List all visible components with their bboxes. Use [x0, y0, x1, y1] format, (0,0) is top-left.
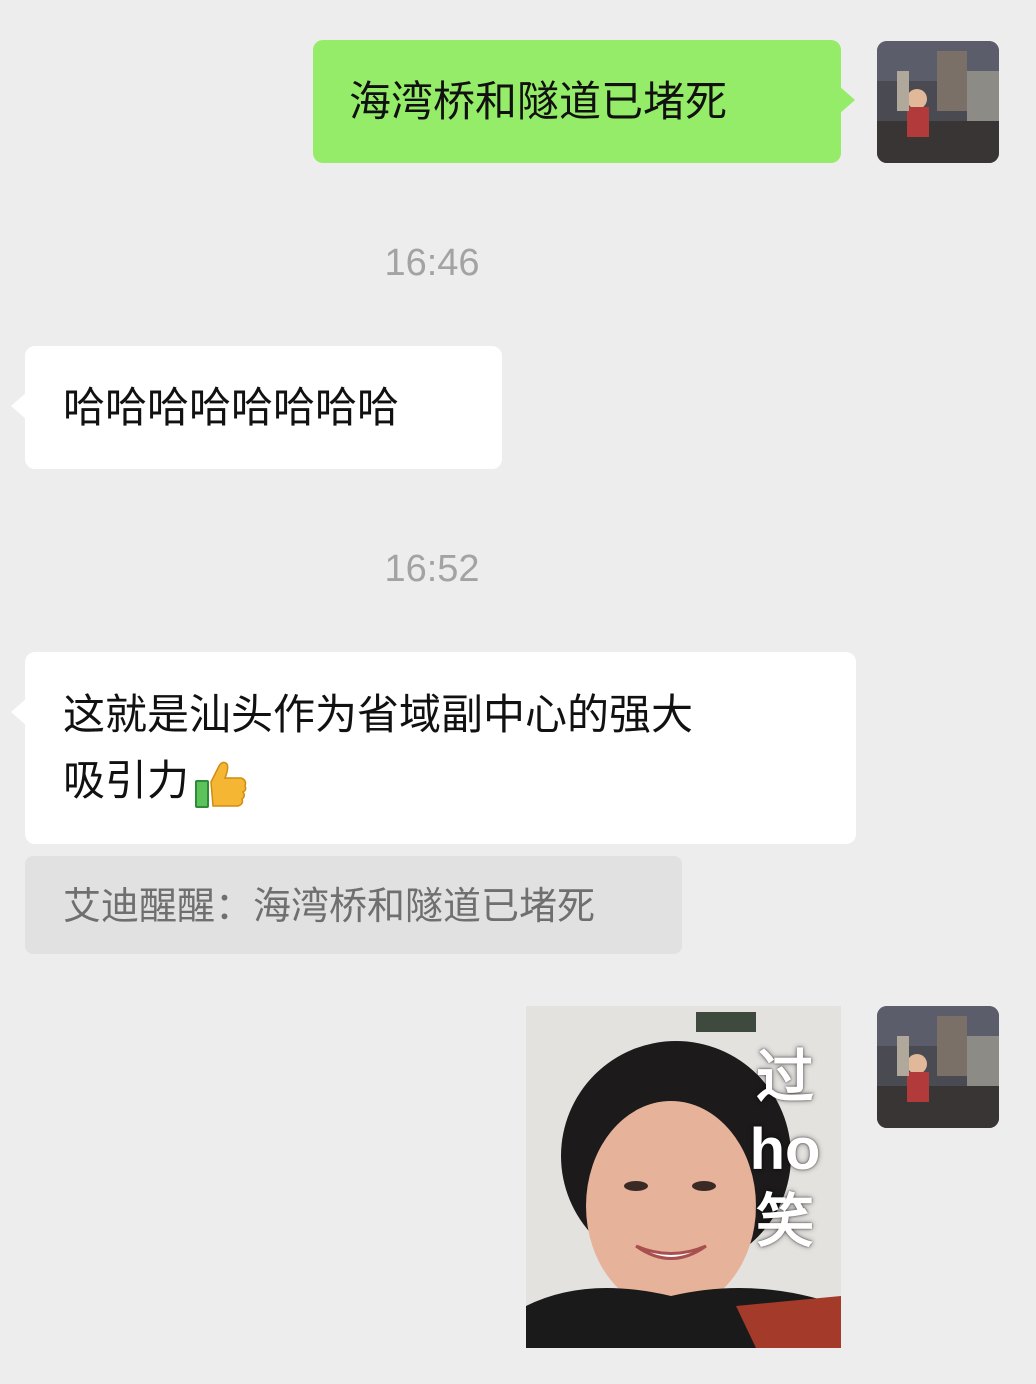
- thumbs-up-icon: [195, 761, 247, 808]
- bubble-tail: [11, 392, 27, 420]
- received-message-bubble[interactable]: 这就是汕头作为省域副中心的强大 吸引力: [11, 652, 856, 844]
- message-timestamp: 16:46: [384, 242, 480, 284]
- sent-message-bubble[interactable]: 海湾桥和隧道已堵死: [313, 40, 855, 163]
- bubble-tail: [839, 86, 855, 114]
- message-text: 哈哈哈哈哈哈哈哈: [63, 383, 400, 432]
- message-text-line-2: 吸引力: [63, 748, 818, 814]
- bubble-tail: [11, 698, 27, 726]
- sticker-caption-line: 过: [755, 1045, 814, 1110]
- message-text: 吸引力: [63, 756, 190, 805]
- message-text: 海湾桥和隧道已堵死: [349, 77, 728, 126]
- sticker-image[interactable]: 过 ho 笑: [526, 1006, 841, 1348]
- received-message-bubble[interactable]: 哈哈哈哈哈哈哈哈: [11, 346, 502, 469]
- sticker-caption-line: 笑: [755, 1189, 814, 1254]
- user-avatar[interactable]: [877, 41, 999, 163]
- sticker-caption: 过 ho 笑: [745, 1042, 825, 1258]
- message-text-line: 这就是汕头作为省域副中心的强大: [63, 690, 694, 739]
- message-timestamp: 16:52: [384, 548, 480, 590]
- user-avatar[interactable]: [877, 1006, 999, 1128]
- chat-window: 海湾桥和隧道已堵死 16:46 哈哈哈哈哈哈哈哈 16:52 这就是汕头作为省域…: [0, 0, 1036, 1384]
- sticker-caption-line: ho: [749, 1117, 821, 1182]
- quoted-text: 艾迪醒醒：海湾桥和隧道已堵死: [63, 884, 596, 928]
- quoted-message[interactable]: 艾迪醒醒：海湾桥和隧道已堵死: [25, 856, 682, 954]
